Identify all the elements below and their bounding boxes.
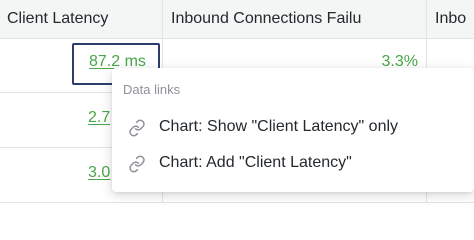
link-icon	[128, 119, 146, 137]
menu-item-show-only[interactable]: Chart: Show "Client Latency" only	[112, 110, 474, 146]
menu-item-label: Chart: Add "Client Latency"	[159, 154, 352, 171]
client-latency-cell-link[interactable]: 3.0	[88, 164, 110, 182]
column-header-client-latency[interactable]: Client Latency	[0, 0, 162, 38]
menu-item-add[interactable]: Chart: Add "Client Latency"	[112, 146, 474, 182]
menu-header: Data links	[123, 82, 181, 97]
link-icon	[128, 155, 146, 173]
table-header-row: Client Latency Inbound Connections Failu…	[0, 0, 474, 39]
menu-item-label: Chart: Show "Client Latency" only	[159, 118, 399, 135]
client-latency-cell-link[interactable]: 2.7	[88, 109, 110, 127]
column-header-inbound-truncated[interactable]: Inbo	[426, 0, 474, 38]
data-links-menu: Data links Chart: Show "Client Latency" …	[112, 68, 474, 192]
column-header-inbound-connections-failures[interactable]: Inbound Connections Failu	[162, 0, 426, 38]
